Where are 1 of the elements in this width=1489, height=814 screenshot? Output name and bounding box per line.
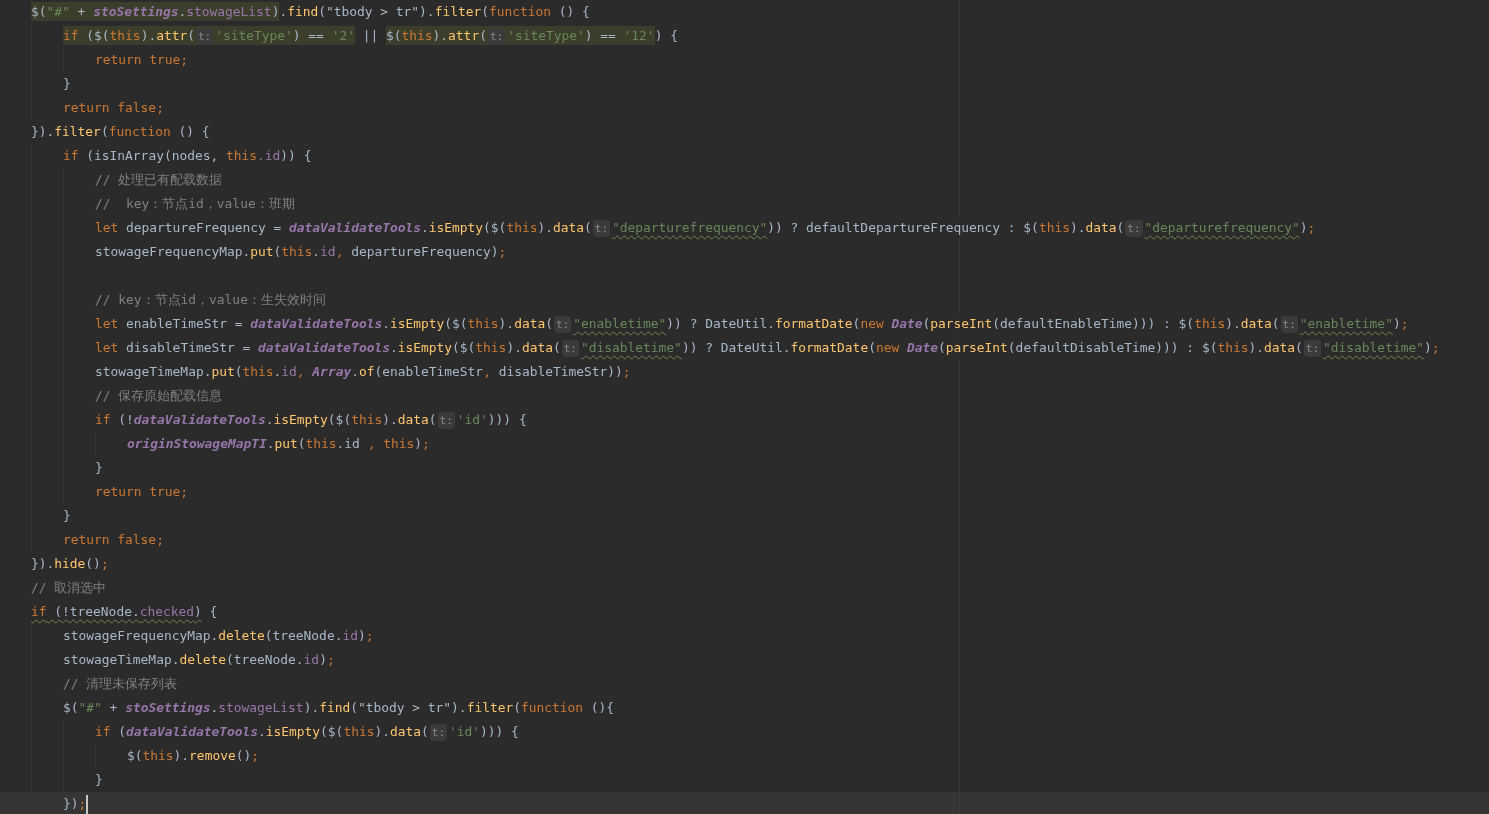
- text-cursor: [86, 794, 89, 814]
